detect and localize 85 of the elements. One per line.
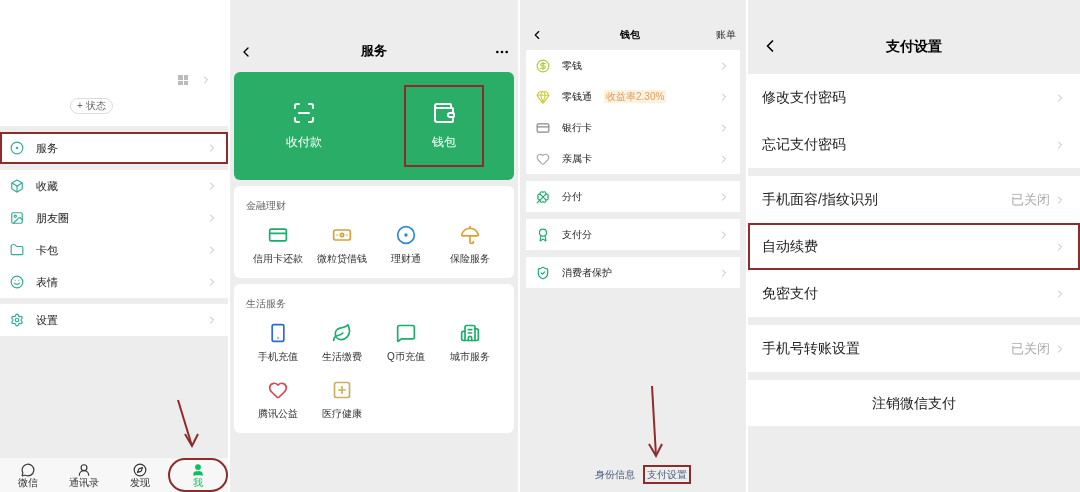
tab-icon xyxy=(21,462,35,477)
footer-link[interactable]: 身份信息 xyxy=(591,465,639,484)
section-title: 金融理财 xyxy=(246,199,287,213)
settings-row[interactable]: 手机面容/指纹识别 已关闭 xyxy=(748,176,1080,223)
tab-bar-item[interactable]: 微信 xyxy=(0,458,56,492)
menu-icon xyxy=(10,179,24,193)
page-title: 服务 xyxy=(360,41,388,60)
settings-label: 手机号转账设置 xyxy=(762,339,861,358)
service-item[interactable]: 信用卡还款 xyxy=(246,225,310,266)
annotation-arrow xyxy=(177,399,199,449)
menu-label: 收藏 xyxy=(36,178,59,194)
menu-item[interactable]: 服务 xyxy=(0,132,228,164)
menu-label: 表情 xyxy=(36,274,59,290)
settings-row[interactable]: 免密支付 xyxy=(748,270,1080,317)
menu-label: 朋友圈 xyxy=(36,210,70,226)
yield-badge: 收益率2.30% xyxy=(604,90,667,103)
menu-label: 卡包 xyxy=(36,242,59,258)
settings-row[interactable]: 自动续费 xyxy=(748,223,1080,270)
tab-bar-item[interactable]: 通讯录 xyxy=(56,458,112,492)
service-icon xyxy=(268,225,288,245)
service-item[interactable]: 微粒贷借钱 xyxy=(310,225,374,266)
wallet-item[interactable]: 零钱 xyxy=(526,50,740,81)
service-icon xyxy=(396,225,416,245)
settings-value: 已关闭 xyxy=(1011,190,1050,209)
settings-row[interactable]: 手机号转账设置 已关闭 xyxy=(748,325,1080,372)
service-item[interactable]: 城市服务 xyxy=(438,323,502,364)
tab-icon xyxy=(133,462,147,477)
service-icon xyxy=(460,225,480,245)
service-icon xyxy=(332,380,352,400)
service-item[interactable]: Q币充值 xyxy=(374,323,438,364)
hero-icon xyxy=(292,101,316,125)
wallet-label: 分付 xyxy=(562,190,582,204)
wallet-item[interactable]: 银行卡 xyxy=(526,112,740,143)
wallet-label: 亲属卡 xyxy=(562,152,592,166)
footer-link[interactable]: 支付设置 xyxy=(643,465,691,484)
menu-icon xyxy=(10,313,24,327)
tab-bar-item[interactable]: 发现 xyxy=(112,458,168,492)
menu-icon xyxy=(10,275,24,289)
menu-item[interactable]: 卡包 xyxy=(0,234,228,266)
service-item[interactable]: 手机充值 xyxy=(246,323,310,364)
service-icon xyxy=(332,323,352,343)
settings-label: 自动续费 xyxy=(762,237,819,256)
settings-label: 忘记支付密码 xyxy=(762,135,847,154)
menu-item[interactable]: 收藏 xyxy=(0,170,228,202)
page-title: 钱包 xyxy=(619,28,641,42)
service-icon xyxy=(396,323,416,343)
service-icon xyxy=(268,380,288,400)
wallet-item[interactable]: 支付分 xyxy=(526,219,740,250)
wallet-label: 零钱通 xyxy=(562,90,592,104)
settings-row[interactable]: 忘记支付密码 xyxy=(748,121,1080,168)
service-icon xyxy=(268,323,288,343)
service-icon xyxy=(460,323,480,343)
menu-icon xyxy=(10,211,24,225)
service-item[interactable]: 理财通 xyxy=(374,225,438,266)
service-item[interactable]: 腾讯公益 xyxy=(246,380,310,421)
tab-icon xyxy=(77,462,91,477)
menu-item[interactable]: 朋友圈 xyxy=(0,202,228,234)
menu-icon xyxy=(10,243,24,257)
service-item[interactable]: 医疗健康 xyxy=(310,380,374,421)
wallet-label: 零钱 xyxy=(562,59,582,73)
section-title: 生活服务 xyxy=(246,297,287,311)
menu-label: 服务 xyxy=(36,140,59,156)
service-item[interactable]: 保险服务 xyxy=(438,225,502,266)
deregister-button[interactable]: 注销微信支付 xyxy=(748,380,1080,426)
settings-label: 免密支付 xyxy=(762,284,819,303)
wallet-label: 支付分 xyxy=(562,228,592,242)
service-item[interactable]: 生活缴费 xyxy=(310,323,374,364)
wallet-label: 银行卡 xyxy=(562,121,592,135)
hero-icon xyxy=(432,101,456,125)
settings-label: 手机面容/指纹识别 xyxy=(762,190,879,209)
page-title: 支付设置 xyxy=(885,36,943,56)
wallet-label: 消费者保护 xyxy=(562,266,612,280)
menu-item[interactable]: 设置 xyxy=(0,304,228,336)
wallet-item[interactable]: 零钱通 收益率2.30% xyxy=(526,81,740,112)
wallet-item[interactable]: 消费者保护 xyxy=(526,257,740,288)
menu-item[interactable]: 表情 xyxy=(0,266,228,298)
settings-label: 修改支付密码 xyxy=(762,88,847,107)
menu-label: 设置 xyxy=(36,312,59,328)
settings-value: 已关闭 xyxy=(1011,339,1050,358)
tab-icon xyxy=(191,462,205,477)
menu-icon xyxy=(10,141,24,155)
wallet-item[interactable]: 分付 xyxy=(526,181,740,212)
wallet-item[interactable]: 亲属卡 xyxy=(526,143,740,174)
settings-row[interactable]: 修改支付密码 xyxy=(748,74,1080,121)
bill-link[interactable]: 账单 xyxy=(716,27,736,42)
